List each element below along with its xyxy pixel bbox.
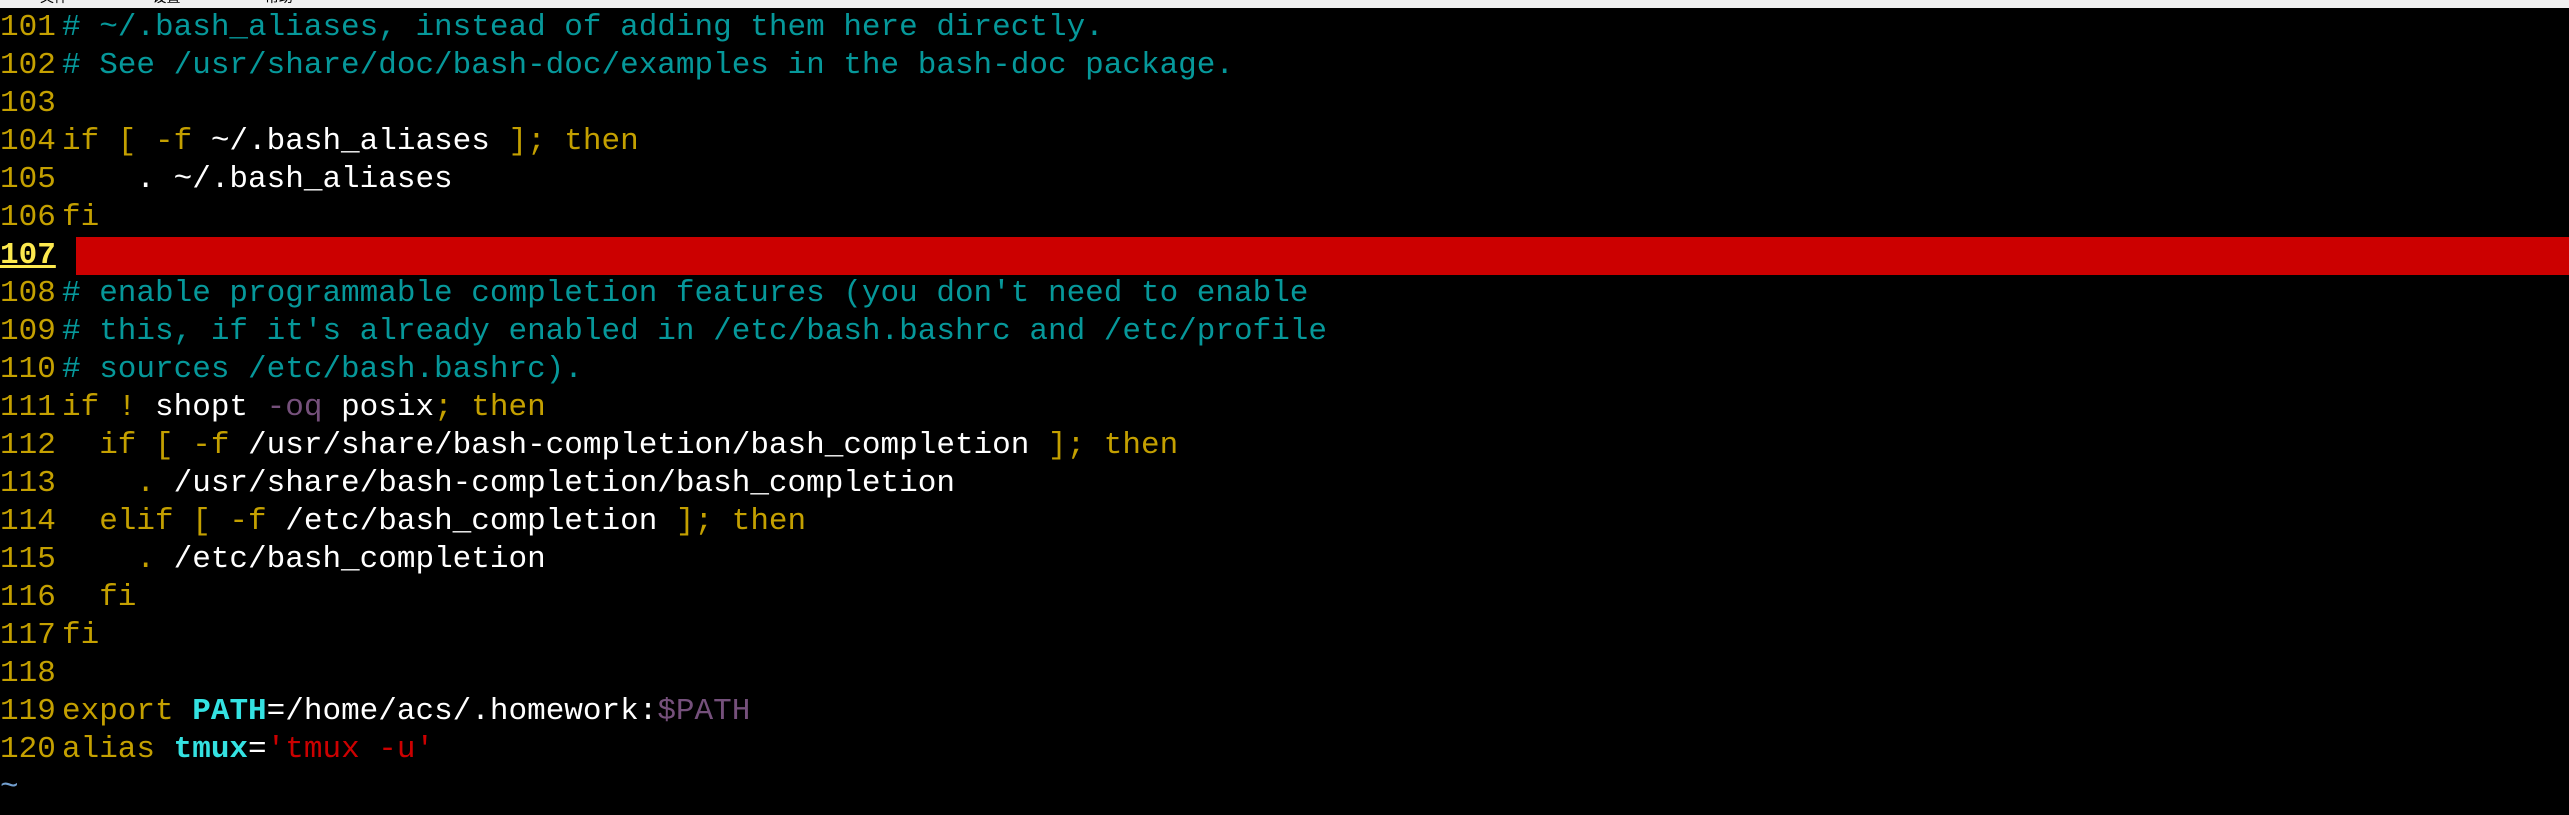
vim-editor[interactable]: 101 # ~/.bash_aliases, instead of adding … [0, 9, 2569, 807]
code-line[interactable]: 101 # ~/.bash_aliases, instead of adding … [0, 9, 2569, 47]
line-number: 103 [0, 86, 56, 121]
code-token-var: $PATH [657, 694, 751, 729]
code-token-keyword: . [62, 542, 174, 577]
current-line[interactable]: 107 [0, 237, 2569, 275]
menu-settings[interactable]: 设置 [152, 0, 180, 5]
menu-bar: 文件 设置 帮助 [0, 0, 2569, 8]
code-token-op: = [248, 732, 267, 767]
code-token-text: /etc/bash_completion [285, 504, 676, 539]
code-line[interactable]: 115 . /etc/bash_completion [0, 541, 2569, 579]
code-token-keyword: fi [62, 580, 137, 615]
empty-buffer-tilde: ~ [0, 770, 19, 805]
code-token-string: 'tmux -u' [266, 732, 435, 767]
code-line[interactable]: 111 if ! shopt -oq posix; then [0, 389, 2569, 427]
line-number: 120 [0, 732, 56, 767]
code-line[interactable]: 110 # sources /etc/bash.bashrc). [0, 351, 2569, 389]
line-number: 107 [0, 237, 76, 275]
line-number: 113 [0, 466, 56, 501]
code-token-text: /usr/share/bash-completion/bash_completi… [173, 466, 955, 501]
code-token-keyword: if ! [62, 390, 156, 425]
code-line[interactable]: 118 [0, 655, 2569, 693]
line-number: 119 [0, 694, 56, 729]
line-number: 110 [0, 352, 56, 387]
code-line[interactable]: 117 fi [0, 617, 2569, 655]
line-number: 104 [0, 124, 56, 159]
code-token-comment: # sources /etc/bash.bashrc). [62, 352, 583, 387]
code-token-keyword: export [62, 694, 193, 729]
line-number: 102 [0, 48, 56, 83]
code-token-var: -oq [266, 390, 342, 425]
menu-help[interactable]: 帮助 [265, 0, 293, 5]
code-token-keyword: ; then [434, 390, 546, 425]
code-token-text: posix [341, 390, 435, 425]
line-number: 111 [0, 390, 56, 425]
code-line[interactable]: 106 fi [0, 199, 2569, 237]
line-number: 108 [0, 276, 56, 311]
code-token-keyword: fi [62, 618, 100, 653]
line-number: 105 [0, 162, 56, 197]
line-number: 116 [0, 580, 56, 615]
code-token-keyword: if [ -f [62, 428, 249, 463]
line-number: 117 [0, 618, 56, 653]
code-token-ident: PATH [192, 694, 267, 729]
code-token-keyword: fi [62, 200, 100, 235]
code-token-keyword: ]; then [1047, 428, 1179, 463]
code-token-op: =/home/acs/.homework: [266, 694, 658, 729]
menu-file[interactable]: 文件 [40, 0, 68, 5]
code-line[interactable]: 120 alias tmux='tmux -u' [0, 731, 2569, 769]
code-token-comment: # this, if it's already enabled in /etc/… [62, 314, 1328, 349]
code-line[interactable]: 116 fi [0, 579, 2569, 617]
code-line[interactable]: 108 # enable programmable completion feat… [0, 275, 2569, 313]
line-number: 112 [0, 428, 56, 463]
line-number: 115 [0, 542, 56, 577]
code-line[interactable]: 113 . /usr/share/bash-completion/bash_co… [0, 465, 2569, 503]
code-token-keyword: alias [62, 732, 174, 767]
code-token-keyword: elif [ -f [62, 504, 286, 539]
code-line[interactable]: 112 if [ -f /usr/share/bash-completion/b… [0, 427, 2569, 465]
line-number: 106 [0, 200, 56, 235]
code-line[interactable]: 102 # See /usr/share/doc/bash-doc/example… [0, 47, 2569, 85]
code-token-text: /usr/share/bash-completion/bash_completi… [248, 428, 1048, 463]
code-token-text: /etc/bash_completion [173, 542, 546, 577]
code-token-keyword: ]; then [675, 504, 807, 539]
code-token-text: . ~/.bash_aliases [62, 162, 453, 197]
code-token-keyword: ]; then [508, 124, 639, 159]
code-token-comment: # enable programmable completion feature… [62, 276, 1309, 311]
code-token-ident: tmux [173, 732, 249, 767]
code-line[interactable]: 105 . ~/.bash_aliases [0, 161, 2569, 199]
code-line[interactable]: 104 if [ -f ~/.bash_aliases ]; then [0, 123, 2569, 161]
code-token-keyword: if [ -f [62, 124, 211, 159]
line-number: 118 [0, 656, 56, 691]
code-token-keyword: . [62, 466, 174, 501]
code-line[interactable]: 114 elif [ -f /etc/bash_completion ]; th… [0, 503, 2569, 541]
line-number: 109 [0, 314, 56, 349]
line-number: 114 [0, 504, 56, 539]
code-token-text: shopt [155, 390, 267, 425]
code-line[interactable]: 109 # this, if it's already enabled in /e… [0, 313, 2569, 351]
code-line[interactable]: 119 export PATH=/home/acs/.homework:$PATH [0, 693, 2569, 731]
code-token-comment: # See /usr/share/doc/bash-doc/examples i… [62, 48, 1234, 83]
code-token-text: ~/.bash_aliases [210, 124, 509, 159]
line-number: 101 [0, 10, 56, 45]
code-line[interactable]: 103 [0, 85, 2569, 123]
code-token-comment: # ~/.bash_aliases, instead of adding the… [62, 10, 1104, 45]
